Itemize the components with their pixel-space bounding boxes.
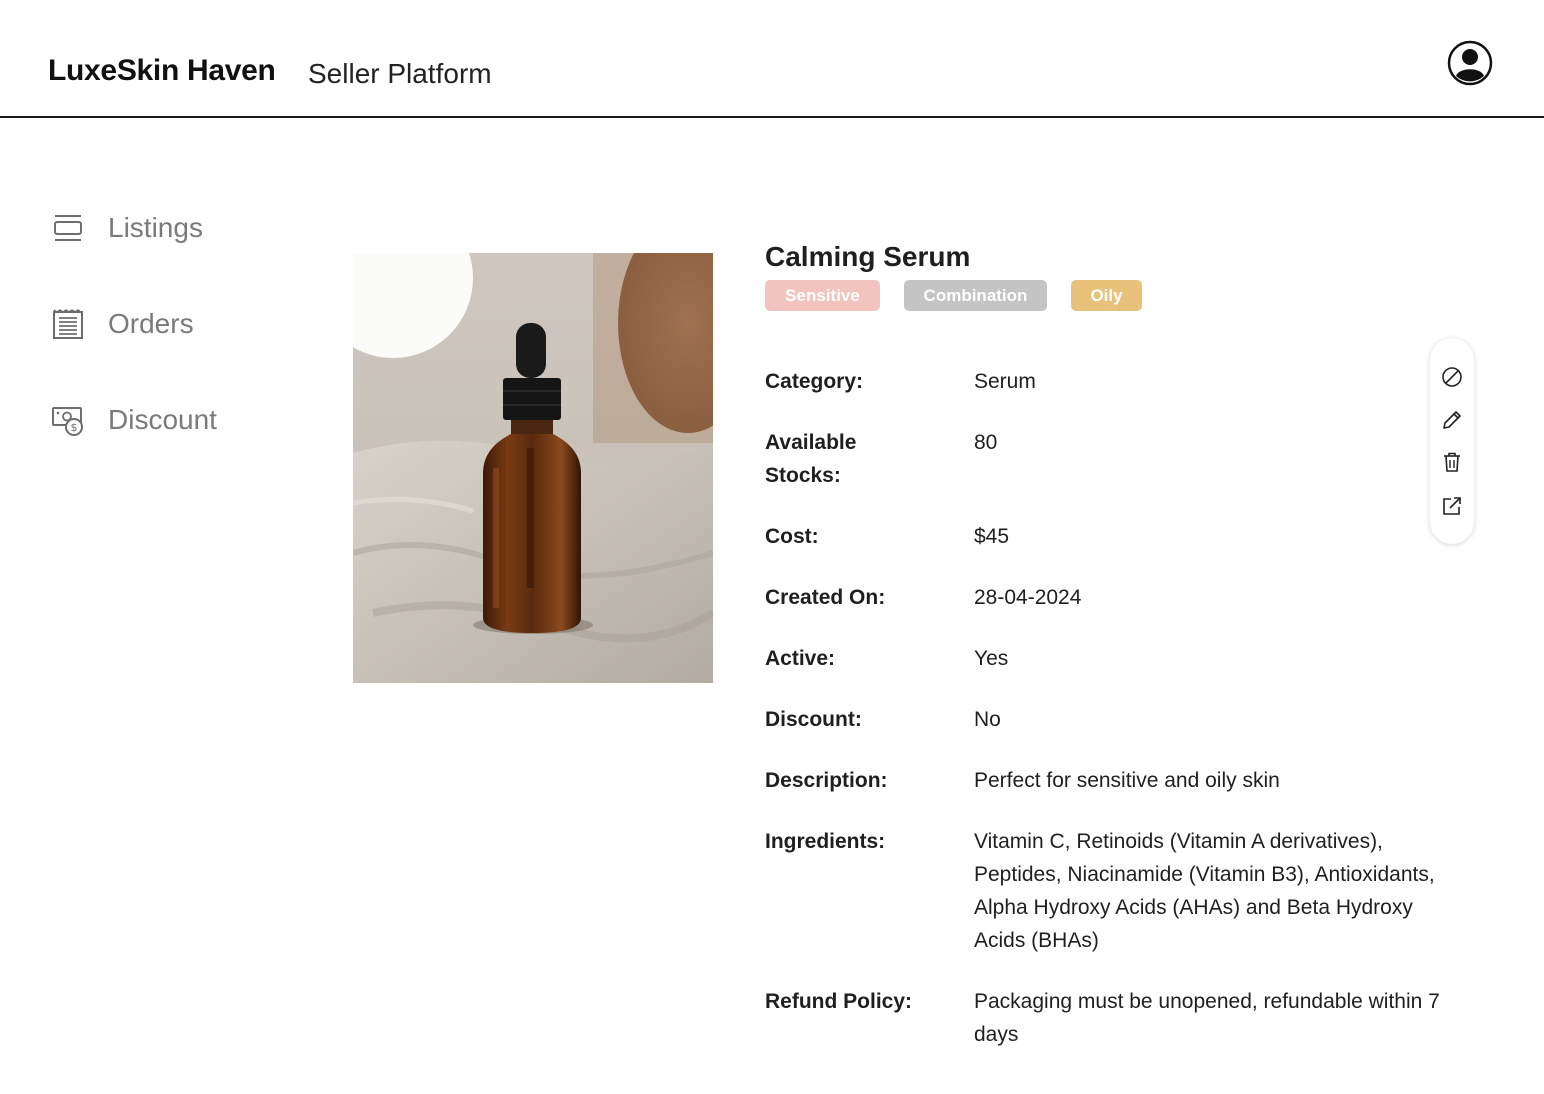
category-label: Category: (765, 370, 864, 393)
edit-pencil-icon[interactable] (1440, 408, 1464, 432)
description-label: Description: (765, 769, 888, 792)
deactivate-icon[interactable] (1440, 365, 1464, 389)
receipt-icon (50, 306, 86, 342)
tag-oily: Oily (1071, 280, 1142, 311)
ingredients-value: Vitamin C, Retinoids (Vitamin A derivati… (974, 830, 1435, 952)
sidebar-item-label: Discount (108, 404, 217, 435)
refund-policy-value: Packaging must be unopened, refundable w… (974, 990, 1440, 1046)
top-header: LuxeSkin Haven Seller Platform (0, 0, 1544, 118)
cost-value: $45 (974, 525, 1010, 548)
tag-combination: Combination (904, 280, 1047, 311)
created-on-label: Created On: (765, 586, 886, 609)
discount-money-icon: $ (50, 402, 86, 438)
open-external-icon[interactable] (1440, 494, 1464, 518)
active-value: Yes (974, 647, 1009, 670)
discount-label: Discount: (765, 708, 862, 731)
ingredients-label: Ingredients: (765, 830, 886, 853)
sidebar-item-orders[interactable]: Orders (50, 302, 194, 346)
product-action-bar (1430, 338, 1474, 544)
product-title: Calming Serum (765, 241, 971, 272)
sidebar-item-listings[interactable]: Listings (50, 206, 203, 250)
refund-policy-label: Refund Policy: (765, 990, 913, 1013)
user-circle-icon[interactable] (1447, 40, 1493, 86)
svg-text:$: $ (71, 421, 78, 434)
stocks-label: Available Stocks: (765, 431, 857, 487)
discount-value: No (974, 708, 1001, 731)
description-value: Perfect for sensitive and oily skin (974, 769, 1280, 792)
stocks-value: 80 (974, 431, 998, 454)
tag-sensitive: Sensitive (765, 280, 880, 311)
created-on-value: 28-04-2024 (974, 586, 1082, 609)
brand-name[interactable]: LuxeSkin Haven (48, 54, 276, 88)
product-image (353, 253, 713, 683)
sidebar-item-label: Orders (108, 308, 194, 339)
delete-trash-icon[interactable] (1440, 450, 1464, 474)
cost-label: Cost: (765, 525, 819, 548)
listings-icon (50, 210, 86, 246)
sidebar-item-discount[interactable]: $ Discount (50, 398, 217, 442)
platform-subtitle: Seller Platform (308, 58, 492, 89)
sidebar-item-label: Listings (108, 212, 203, 243)
active-label: Active: (765, 647, 836, 670)
category-value: Serum (974, 370, 1036, 393)
